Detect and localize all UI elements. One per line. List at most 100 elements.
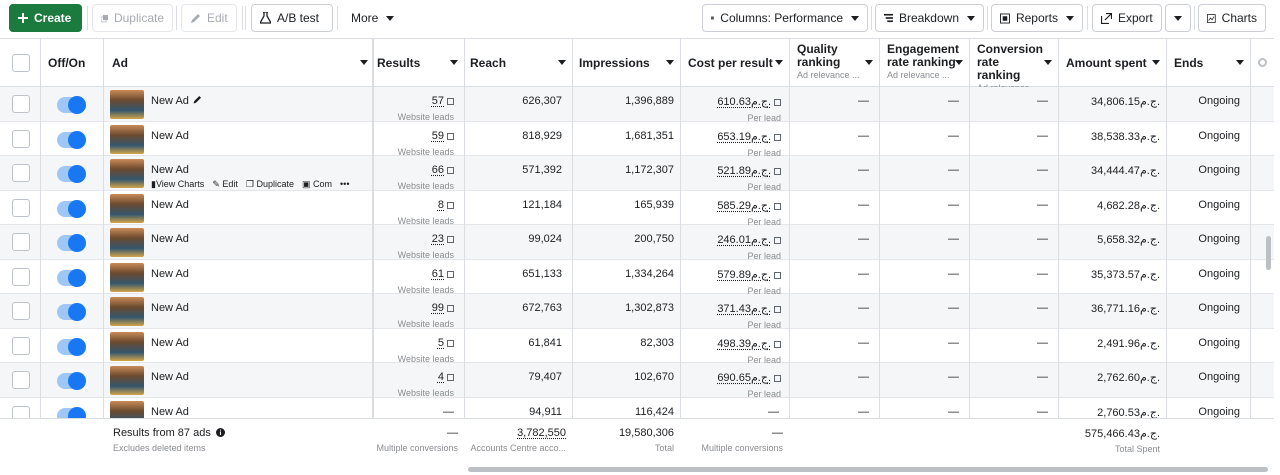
pencil-icon[interactable] bbox=[193, 95, 202, 104]
cost-value[interactable]: 653.19ج.م. bbox=[717, 131, 771, 143]
results-value[interactable]: 5 bbox=[438, 337, 444, 349]
ad-name[interactable]: New Ad bbox=[151, 268, 189, 280]
table-row[interactable]: New Ad 5 Website leads 61,841 82,303 498.39ج.… bbox=[0, 329, 1274, 365]
col-impressions[interactable]: Impressions bbox=[572, 39, 680, 87]
results-value[interactable]: 59 bbox=[432, 130, 444, 142]
reports-button[interactable]: Reports bbox=[991, 4, 1083, 32]
select-all-checkbox[interactable] bbox=[12, 54, 30, 72]
ad-name[interactable]: New Ad bbox=[151, 164, 189, 176]
breakdown-button[interactable]: Breakdown bbox=[875, 4, 984, 32]
compare-action[interactable]: ▣ Com bbox=[302, 179, 332, 190]
conversion-cell: — bbox=[1037, 95, 1048, 107]
ad-name[interactable]: New Ad bbox=[151, 337, 189, 349]
on-off-toggle[interactable] bbox=[57, 337, 86, 356]
col-amount[interactable]: Amount spent bbox=[1058, 39, 1166, 87]
table-row[interactable]: New Ad 8 Website leads 121,184 165,939 585.29… bbox=[0, 191, 1274, 227]
row-checkbox[interactable] bbox=[12, 371, 30, 389]
ad-name[interactable]: New Ad bbox=[151, 199, 189, 211]
cost-value[interactable]: 690.65ج.م. bbox=[717, 372, 771, 384]
edit-action[interactable]: ✎ Edit bbox=[212, 179, 238, 190]
horizontal-scrollbar[interactable] bbox=[468, 467, 1268, 472]
cost-cell: 521.89ج.م. Per lead bbox=[680, 156, 789, 192]
on-off-toggle[interactable] bbox=[57, 303, 86, 321]
row-checkbox[interactable] bbox=[12, 95, 30, 113]
export-button[interactable]: Export bbox=[1092, 4, 1162, 32]
ab-test-button[interactable]: A/B test bbox=[251, 4, 333, 32]
duplicate-action[interactable]: ❐ Duplicate bbox=[246, 179, 294, 190]
create-button[interactable]: Create bbox=[9, 4, 82, 32]
cost-value[interactable]: 579.89ج.م. bbox=[717, 269, 771, 281]
ad-name[interactable]: New Ad bbox=[151, 130, 189, 142]
ad-thumbnail bbox=[110, 297, 144, 326]
col-quality[interactable]: Quality ranking Ad relevance ... bbox=[789, 39, 879, 87]
col-ad[interactable]: Ad bbox=[104, 39, 374, 87]
results-value[interactable]: 61 bbox=[432, 268, 444, 280]
settings-dot-icon[interactable] bbox=[1258, 58, 1267, 67]
ad-name[interactable]: New Ad bbox=[151, 371, 189, 383]
cost-value[interactable]: 246.01ج.م. bbox=[717, 234, 771, 246]
on-off-toggle[interactable] bbox=[57, 165, 86, 183]
table-row[interactable]: New Ad 23 Website leads 99,024 200,750 246.01… bbox=[0, 225, 1274, 261]
on-off-toggle[interactable] bbox=[57, 199, 86, 218]
more-actions-icon[interactable]: ••• bbox=[340, 179, 349, 190]
cost-value[interactable]: 521.89ج.م. bbox=[717, 165, 771, 177]
table-row[interactable]: New Ad ▮View Charts ✎ Edit ❐ Duplicate ▣ Com… bbox=[0, 156, 1274, 192]
col-ends[interactable]: Ends bbox=[1166, 39, 1250, 87]
cost-value[interactable]: 585.29ج.م. bbox=[717, 200, 771, 212]
edit-button[interactable]: Edit bbox=[181, 4, 237, 32]
info-icon[interactable] bbox=[215, 428, 225, 437]
on-off-toggle[interactable] bbox=[57, 96, 86, 114]
row-checkbox[interactable] bbox=[12, 233, 30, 251]
cost-value[interactable]: 610.63ج.م. bbox=[717, 96, 771, 108]
info-box-icon bbox=[774, 306, 781, 313]
chevron-down-icon bbox=[1174, 15, 1182, 21]
ad-thumbnail bbox=[110, 193, 144, 223]
columns-button[interactable]: Columns: Performance bbox=[702, 4, 868, 32]
more-button[interactable]: More bbox=[342, 4, 400, 32]
results-value[interactable]: 57 bbox=[432, 95, 444, 107]
col-engagement[interactable]: Engagement rate ranking Ad relevance ... bbox=[879, 39, 969, 87]
export-label: Export bbox=[1118, 11, 1153, 25]
footer-amount-value: 575,466.43ج.م. bbox=[1084, 428, 1160, 440]
table-row[interactable]: New Ad 4 Website leads 79,407 102,670 690.65ج… bbox=[0, 363, 1274, 399]
ad-name[interactable]: New Ad bbox=[151, 95, 202, 107]
footer-amount: 575,466.43ج.م. Total Spent bbox=[1058, 427, 1166, 454]
results-value[interactable]: 8 bbox=[438, 199, 444, 211]
export-dropdown-button[interactable] bbox=[1165, 4, 1191, 32]
row-checkbox[interactable] bbox=[12, 198, 30, 217]
table-row[interactable]: New Ad 57 Website leads 626,307 1,396,889 610… bbox=[0, 87, 1274, 123]
row-checkbox[interactable] bbox=[12, 129, 30, 148]
results-value[interactable]: 99 bbox=[432, 302, 444, 314]
results-value[interactable]: 23 bbox=[432, 233, 444, 245]
row-checkbox[interactable] bbox=[12, 164, 30, 182]
col-reach[interactable]: Reach bbox=[464, 39, 572, 87]
table-row[interactable]: New Ad 61 Website leads 651,133 1,334,264 579… bbox=[0, 260, 1274, 296]
on-off-toggle[interactable] bbox=[57, 372, 86, 390]
cost-value[interactable]: 371.43ج.م. bbox=[717, 303, 771, 315]
col-results[interactable]: Results bbox=[372, 39, 464, 87]
ad-name[interactable]: New Ad bbox=[151, 302, 189, 314]
col-cost[interactable]: Cost per result bbox=[680, 39, 789, 87]
vertical-scrollbar[interactable] bbox=[1266, 236, 1271, 270]
view-charts-action[interactable]: ▮View Charts bbox=[151, 179, 204, 190]
results-value[interactable]: 66 bbox=[432, 164, 444, 176]
table-row[interactable]: New Ad 59 Website leads 818,929 1,681,351 653… bbox=[0, 122, 1274, 158]
row-checkbox[interactable] bbox=[12, 336, 30, 355]
on-off-toggle[interactable] bbox=[57, 234, 86, 252]
col-conversion[interactable]: Conversion rate rankingAd relevance ... bbox=[969, 39, 1058, 93]
ad-name-text: New Ad bbox=[151, 302, 189, 314]
plus-icon bbox=[18, 13, 28, 23]
ad-name[interactable]: New Ad bbox=[151, 406, 189, 418]
table-row[interactable]: New Ad 99 Website leads 672,763 1,302,873 371… bbox=[0, 294, 1274, 330]
quality-cell: — bbox=[858, 267, 869, 280]
on-off-toggle[interactable] bbox=[57, 130, 86, 149]
cost-value[interactable]: 498.39ج.م. bbox=[717, 338, 771, 350]
row-checkbox[interactable] bbox=[12, 302, 30, 320]
duplicate-button[interactable]: Duplicate bbox=[92, 4, 173, 32]
results-sub: Website leads bbox=[397, 250, 454, 260]
ad-name[interactable]: New Ad bbox=[151, 233, 189, 245]
row-checkbox[interactable] bbox=[12, 267, 30, 286]
results-value[interactable]: 4 bbox=[438, 371, 444, 383]
on-off-toggle[interactable] bbox=[57, 268, 86, 287]
charts-button[interactable]: Charts bbox=[1198, 4, 1266, 32]
